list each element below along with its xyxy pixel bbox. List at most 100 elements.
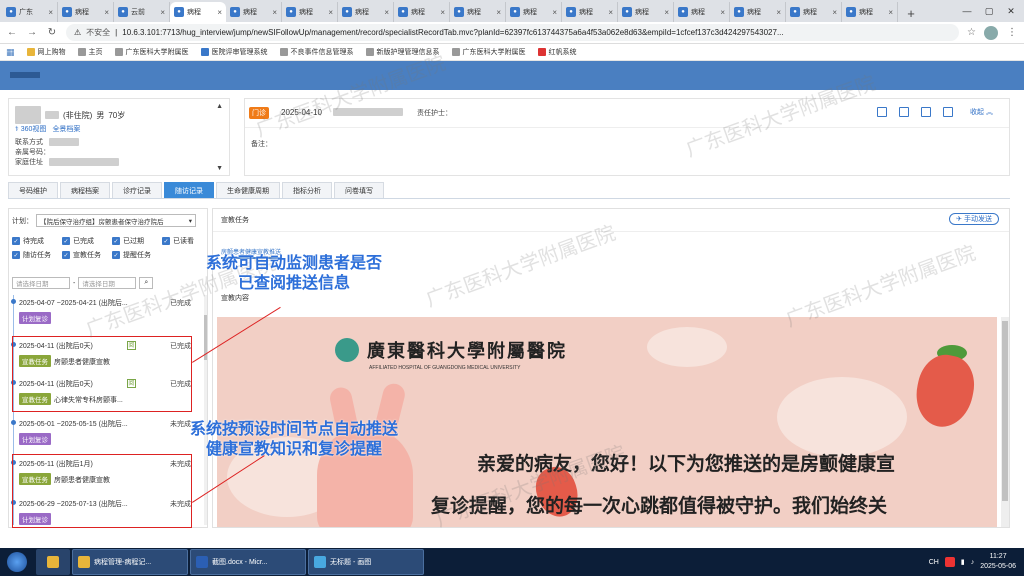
reload-icon[interactable]: ↻ — [46, 27, 58, 38]
taskbar-button[interactable]: 截图.docx - Micr... — [190, 549, 306, 575]
collapse-up-icon[interactable]: ▲ — [216, 103, 223, 110]
minimize-button[interactable]: — — [956, 0, 978, 22]
filter-checkbox[interactable]: ✓ 已读看 — [162, 236, 204, 246]
end-date-input[interactable]: 请选择日期 — [78, 277, 137, 289]
bookmark-item[interactable]: 主页 — [77, 47, 103, 57]
file-explorer-icon[interactable] — [36, 549, 70, 575]
start-date-input[interactable]: 请选择日期 — [12, 277, 70, 289]
bookmark-item[interactable]: 广东医科大学附属医 — [114, 47, 189, 57]
close-tab-icon[interactable]: × — [384, 8, 389, 17]
browser-tab[interactable]: ● 病程 × — [394, 2, 450, 22]
volume-icon[interactable]: ♪ — [971, 559, 975, 566]
clock[interactable]: 11:27 2025-05-06 — [980, 552, 1016, 572]
plan-select[interactable]: 【院后保守治疗组】房颤患者保守治疗院后 ▾ — [36, 214, 196, 227]
tab-3[interactable]: 随访记录 — [164, 182, 214, 198]
tab-4[interactable]: 生命健康周期 — [216, 182, 280, 198]
taskbar-button[interactable]: 无标题 - 画图 — [308, 549, 424, 575]
checklist-icon[interactable] — [943, 107, 953, 117]
checkbox-checked-icon[interactable]: ✓ — [112, 237, 120, 245]
tab-2[interactable]: 诊疗记录 — [112, 182, 162, 198]
new-tab-button[interactable]: + — [902, 4, 920, 22]
timeline-record[interactable]: 2025-05-01 ~2025-05-15 (出院后... 未完成 计划复诊 — [11, 419, 191, 445]
tab-6[interactable]: 问卷填写 — [334, 182, 384, 198]
browser-tab[interactable]: ● 病程 × — [170, 2, 226, 22]
filter-checkbox[interactable]: ✓ 提醒任务 — [112, 250, 154, 260]
content-scrollbar[interactable] — [1001, 317, 1009, 527]
profile-avatar[interactable] — [984, 25, 998, 40]
network-icon[interactable]: ▮ — [961, 558, 965, 566]
close-tab-icon[interactable]: × — [720, 8, 725, 17]
filter-checkbox[interactable]: ✓ 待完成 — [12, 236, 54, 246]
bookmark-star-icon[interactable]: ☆ — [967, 27, 976, 38]
browser-tab[interactable]: ● 病程 × — [730, 2, 786, 22]
close-tab-icon[interactable]: × — [160, 8, 165, 17]
start-button[interactable] — [0, 548, 34, 576]
checkbox-checked-icon[interactable]: ✓ — [62, 237, 70, 245]
close-tab-icon[interactable]: × — [272, 8, 277, 17]
browser-tab[interactable]: ● 病程 × — [450, 2, 506, 22]
close-tab-icon[interactable]: × — [664, 8, 669, 17]
search-icon[interactable]: ⌕ — [139, 277, 154, 289]
checkbox-checked-icon[interactable]: ✓ — [112, 251, 120, 259]
checkbox-checked-icon[interactable]: ✓ — [12, 237, 20, 245]
url-input[interactable]: ⚠ 不安全 | 10.6.3.101:7713/hug_interview/ju… — [66, 24, 960, 41]
bookmark-item[interactable]: 医院评审管理系统 — [200, 47, 268, 57]
view-360-link[interactable]: ⚕ 360视图 — [15, 124, 46, 134]
tab-5[interactable]: 指标分析 — [282, 182, 332, 198]
browser-tab[interactable]: ● 病程 × — [842, 2, 898, 22]
bookmark-item[interactable]: 新版护理管理信息系 — [365, 47, 440, 57]
browser-tab[interactable]: ● 病程 × — [674, 2, 730, 22]
browser-tab[interactable]: ● 病程 × — [506, 2, 562, 22]
apps-grid-icon[interactable]: ▦ — [6, 47, 15, 58]
print-icon[interactable] — [921, 107, 931, 117]
edit-icon[interactable] — [899, 107, 909, 117]
close-tab-icon[interactable]: × — [440, 8, 445, 17]
filter-checkbox[interactable]: ✓ 随访任务 — [12, 250, 54, 260]
forward-icon[interactable]: → — [26, 27, 38, 38]
tab-1[interactable]: 病程档案 — [60, 182, 110, 198]
taskbar-button[interactable]: 病程管理-病程记... — [72, 549, 188, 575]
sogou-icon[interactable] — [944, 557, 955, 567]
browser-tab[interactable]: ● 云前 × — [114, 2, 170, 22]
browser-tab[interactable]: ● 病程 × — [618, 2, 674, 22]
tab-0[interactable]: 号码维护 — [8, 182, 58, 198]
manual-send-button[interactable]: ✈ 手动发送 — [949, 213, 999, 225]
maximize-button[interactable]: ▢ — [978, 0, 1000, 22]
browser-tab[interactable]: ● 病程 × — [282, 2, 338, 22]
ime-indicator[interactable]: CH — [929, 559, 939, 566]
full-record-link[interactable]: 全景档案 — [52, 124, 80, 134]
filter-checkbox[interactable]: ✓ 宣教任务 — [62, 250, 104, 260]
close-window-button[interactable]: ✕ — [1000, 0, 1022, 22]
back-icon[interactable]: ← — [6, 27, 18, 38]
filter-checkbox[interactable]: ✓ 已过期 — [112, 236, 154, 246]
checkbox-checked-icon[interactable]: ✓ — [62, 251, 70, 259]
browser-tab[interactable]: ● 广东 × — [2, 2, 58, 22]
close-tab-icon[interactable]: × — [776, 8, 781, 17]
bookmark-item[interactable]: 广东医科大学附属医 — [451, 47, 526, 57]
bookmark-item[interactable]: 红帆系统 — [537, 47, 577, 57]
browser-tab[interactable]: ● 病程 × — [786, 2, 842, 22]
close-tab-icon[interactable]: × — [888, 8, 893, 17]
browser-tab[interactable]: ● 病程 × — [562, 2, 618, 22]
expand-down-icon[interactable]: ▼ — [216, 165, 223, 172]
close-tab-icon[interactable]: × — [48, 8, 53, 17]
browser-tab[interactable]: ● 病程 × — [338, 2, 394, 22]
close-tab-icon[interactable]: × — [496, 8, 501, 17]
mail-icon[interactable] — [877, 107, 887, 117]
menu-dots-icon[interactable]: ⋮ — [1006, 27, 1018, 38]
close-tab-icon[interactable]: × — [217, 8, 222, 17]
bookmark-item[interactable]: 网上购物 — [26, 47, 66, 57]
timeline-record[interactable]: 2025-04-07 ~2025-04-21 (出院后... 已完成 计划复诊 — [11, 298, 191, 324]
bookmark-item[interactable]: 不良事件信息管理系 — [279, 47, 354, 57]
filter-checkbox[interactable]: ✓ 已完成 — [62, 236, 104, 246]
close-tab-icon[interactable]: × — [608, 8, 613, 17]
close-tab-icon[interactable]: × — [832, 8, 837, 17]
close-tab-icon[interactable]: × — [104, 8, 109, 17]
checkbox-checked-icon[interactable]: ✓ — [162, 237, 170, 245]
close-tab-icon[interactable]: × — [328, 8, 333, 17]
close-tab-icon[interactable]: × — [552, 8, 557, 17]
browser-tab[interactable]: ● 病程 × — [58, 2, 114, 22]
collapse-link[interactable]: 收起 ︽ — [970, 107, 993, 117]
checkbox-checked-icon[interactable]: ✓ — [12, 251, 20, 259]
browser-tab[interactable]: ● 病程 × — [226, 2, 282, 22]
